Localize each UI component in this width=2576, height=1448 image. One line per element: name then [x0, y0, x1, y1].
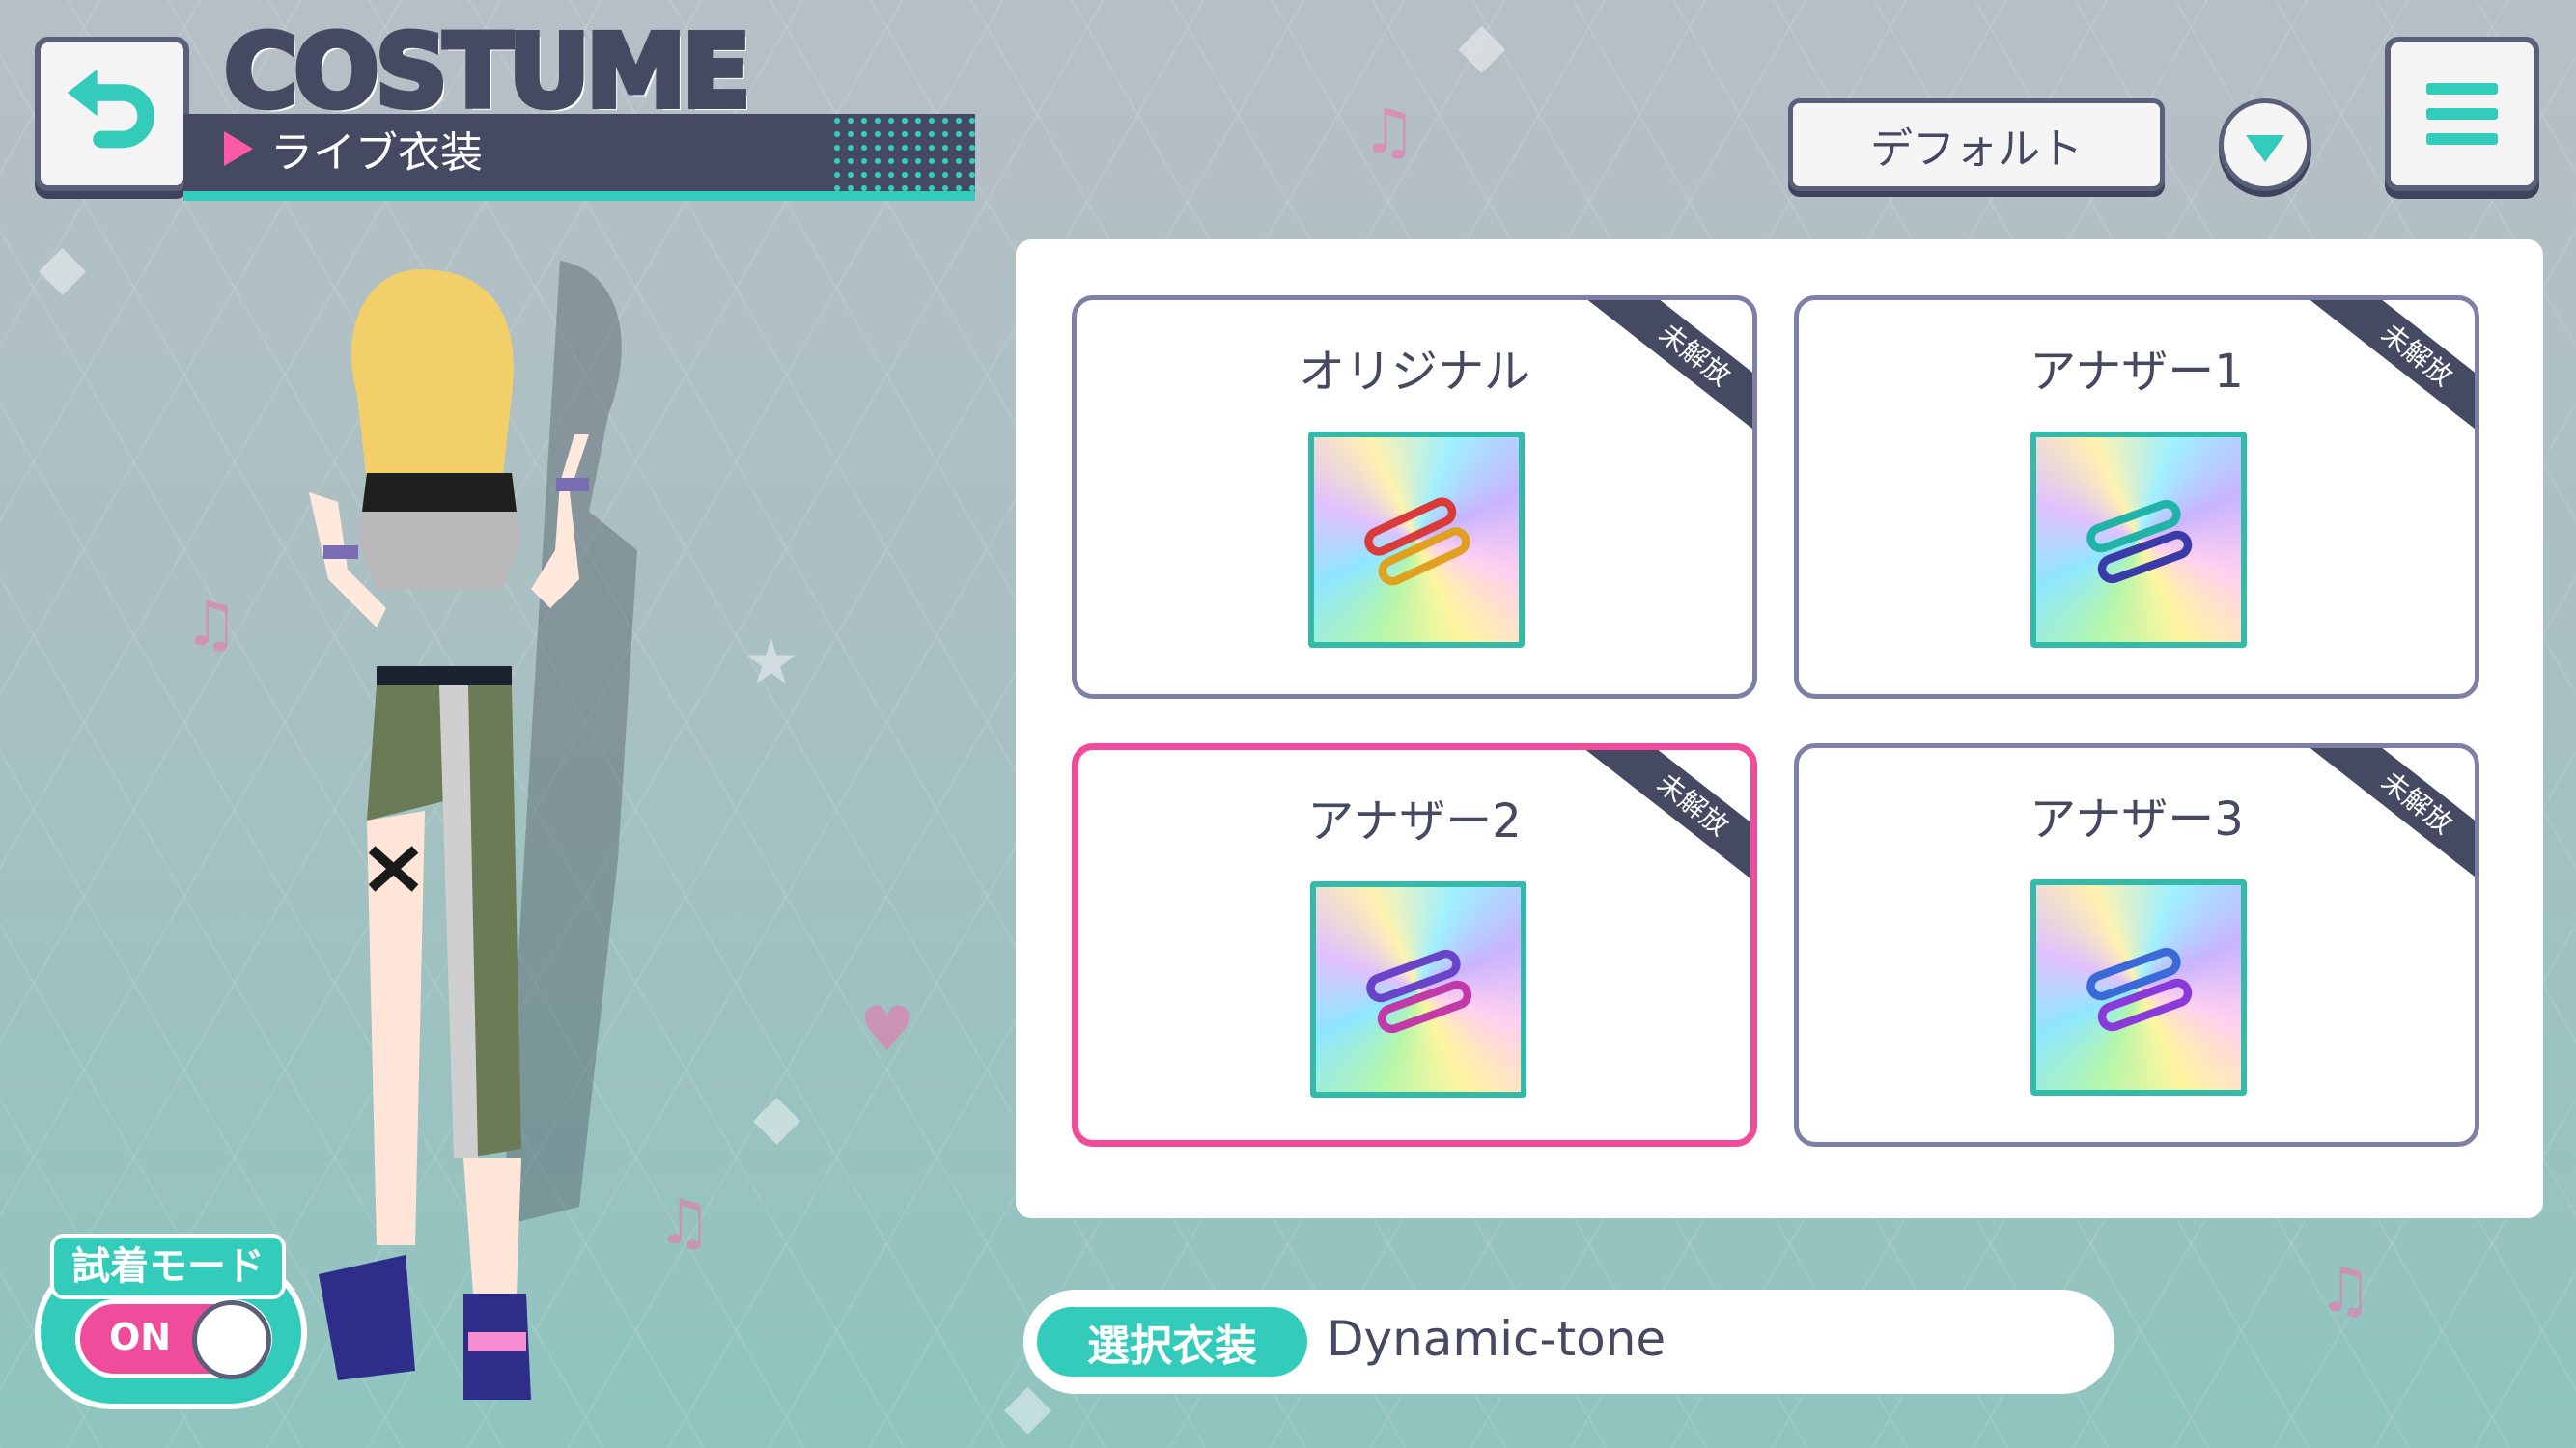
selected-costume-value: Dynamic-tone	[1327, 1311, 1666, 1367]
page-subtitle: ライブ衣装	[224, 120, 483, 178]
costume-thumbnail	[2030, 879, 2247, 1096]
sort-select-button[interactable]: デフォルト	[1788, 98, 2165, 191]
costume-thumbnail	[1308, 432, 1525, 648]
character-model[interactable]	[270, 261, 676, 1419]
sort-dropdown-button[interactable]	[2219, 98, 2311, 191]
toggle-knob	[192, 1300, 271, 1379]
try-on-state: ON	[109, 1316, 172, 1358]
costume-card-another-2[interactable]: アナザー2 未解放	[1072, 743, 1757, 1147]
costume-clip-icon	[2086, 947, 2193, 1032]
title-banner-dots	[830, 114, 975, 191]
page-title: COSTUME	[221, 13, 754, 130]
back-button[interactable]	[35, 37, 189, 191]
diamond-icon: ◆	[753, 1081, 801, 1153]
selected-costume-bar: 選択衣装 Dynamic-tone	[1023, 1290, 2114, 1394]
star-icon: ★	[743, 627, 799, 699]
diamond-icon: ◆	[1458, 10, 1506, 81]
costume-card-original[interactable]: オリジナル 未解放	[1072, 295, 1757, 699]
costume-clip-icon	[1364, 497, 1470, 586]
music-note-icon: ♫	[183, 589, 239, 660]
music-note-icon: ♫	[1361, 97, 1417, 168]
costume-thumbnail	[1310, 881, 1526, 1098]
menu-button[interactable]	[2385, 37, 2539, 191]
costume-card-another-3[interactable]: アナザー3 未解放	[1794, 743, 2479, 1147]
costume-panel: オリジナル 未解放 アナザー1 未解放 アナザー2 未解放 アナザー3 未解放	[1016, 239, 2543, 1218]
costume-clip-icon	[2086, 499, 2193, 584]
diamond-icon: ◆	[39, 232, 87, 303]
selected-costume-label: 選択衣装	[1037, 1307, 1307, 1377]
hamburger-menu-icon-line	[2426, 133, 2498, 145]
hamburger-menu-icon-line	[2426, 108, 2498, 120]
costume-card-another-1[interactable]: アナザー1 未解放	[1794, 295, 2479, 699]
chevron-down-icon	[2246, 135, 2284, 162]
page-subtitle-text: ライブ衣装	[270, 128, 483, 178]
back-arrow-icon	[67, 69, 154, 149]
heart-icon: ♥	[859, 994, 915, 1066]
try-on-switch[interactable]: ON	[75, 1299, 272, 1379]
costume-clip-icon	[1366, 949, 1472, 1034]
costume-thumbnail	[2030, 432, 2247, 648]
try-on-label: 試着モード	[50, 1234, 286, 1299]
music-note-icon: ♫	[2317, 1255, 2373, 1326]
hamburger-menu-icon	[2426, 83, 2498, 95]
triangle-bullet-icon	[224, 131, 253, 166]
